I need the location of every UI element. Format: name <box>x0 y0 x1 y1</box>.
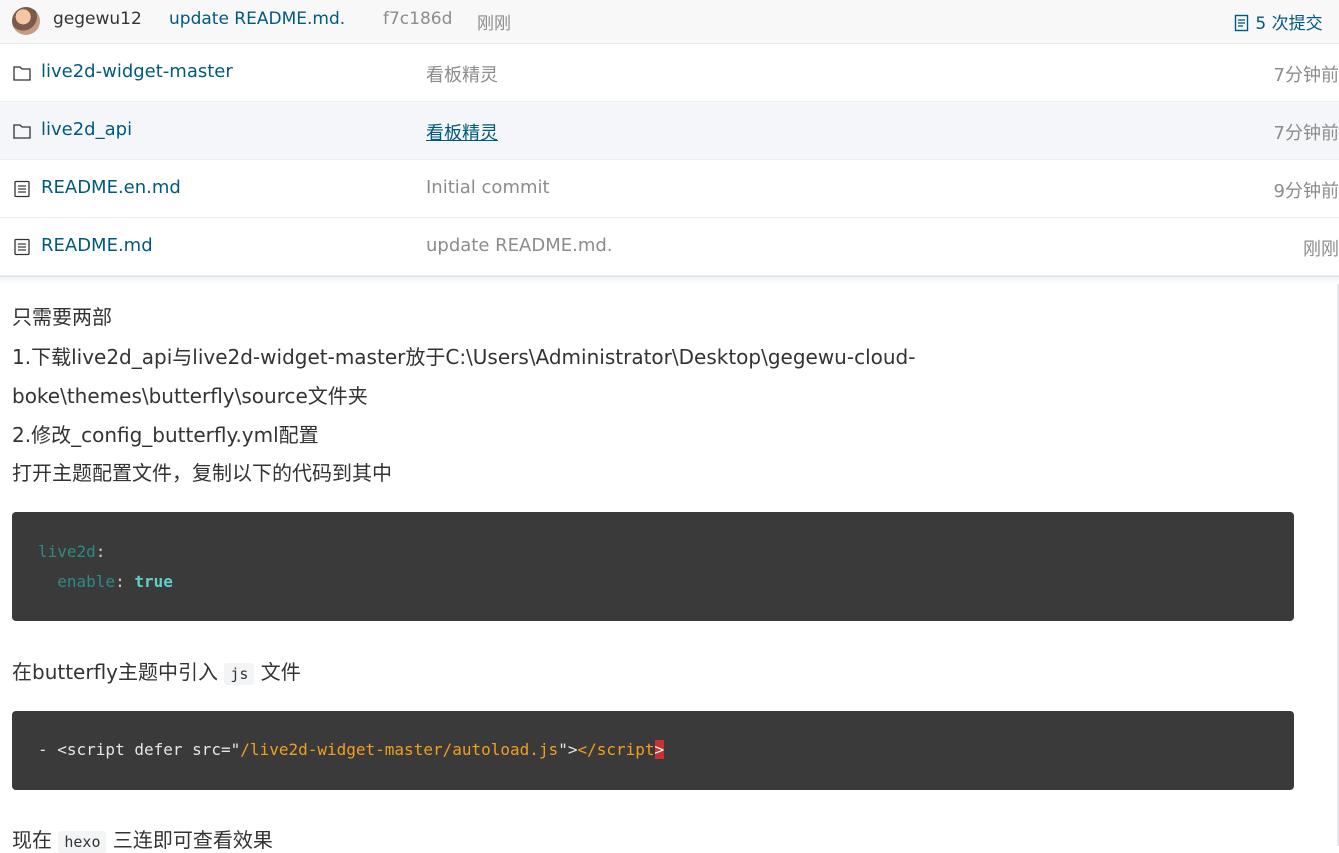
code-token: /live2d-widget-master/autoload.js <box>240 740 559 759</box>
file-commit-message[interactable]: 看板精灵 <box>426 119 498 145</box>
commit-count-link[interactable]: 5 次提交 <box>1234 9 1323 34</box>
code-line: live2d: <box>38 542 105 561</box>
readme-text: 1.下载live2d_api与live2d-widget-master放于C:\… <box>12 345 916 369</box>
code-token: </script <box>577 740 655 759</box>
file-row[interactable]: live2d_api 看板精灵 7分钟前 <box>0 102 1339 160</box>
code-token: : <box>115 572 135 591</box>
code-block-html: - <script defer src="/live2d-widget-mast… <box>12 711 1294 790</box>
readme-text: 在butterfly主题中引入 js 文件 <box>12 656 301 685</box>
file-commit-message[interactable]: 看板精灵 <box>426 61 498 87</box>
commit-author[interactable]: gegewu12 <box>53 9 142 29</box>
readme-text-suffix: 三连即可查看效果 <box>112 828 273 852</box>
folder-icon <box>13 66 31 81</box>
commit-time: 刚刚 <box>477 14 511 34</box>
code-token: live2d <box>38 542 96 561</box>
readme-divider <box>0 276 1339 285</box>
file-commit-message[interactable]: update README.md. <box>426 235 613 256</box>
readme-text: boke\themes\butterfly\source文件夹 <box>12 384 368 408</box>
code-block-yaml: live2d: enable: true <box>12 512 1294 621</box>
readme-text: 只需要两部 <box>12 305 112 329</box>
latest-commit-bar: gegewu12 update README.md. f7c186d 刚刚 5 … <box>0 0 1339 44</box>
readme-text: 打开主题配置文件，复制以下的代码到其中 <box>12 461 392 485</box>
file-name[interactable]: README.en.md <box>41 177 181 198</box>
file-commit-time: 刚刚 <box>1303 239 1339 260</box>
code-token: enable <box>57 572 116 591</box>
code-token: - <box>38 740 58 759</box>
code-line: - <script defer src="/live2d-widget-mast… <box>38 740 665 759</box>
readme-text: 2.修改_config_butterfly.yml配置 <box>12 423 319 447</box>
code-token: true <box>134 572 173 591</box>
file-text-icon <box>14 180 30 198</box>
readme-text-prefix: 在butterfly主题中引入 <box>12 660 219 684</box>
folder-icon <box>13 124 31 139</box>
code-token: : <box>95 542 106 561</box>
file-commit-message[interactable]: Initial commit <box>426 177 550 198</box>
avatar[interactable] <box>12 7 40 35</box>
readme-text-prefix: 现在 <box>12 828 52 852</box>
file-commit-time: 7分钟前 <box>1273 123 1339 144</box>
file-commit-time: 9分钟前 <box>1273 181 1339 202</box>
file-name[interactable]: live2d-widget-master <box>41 61 233 82</box>
readme-text-suffix: 文件 <box>260 660 301 684</box>
code-line: enable: true <box>38 572 173 591</box>
file-row[interactable]: live2d-widget-master 看板精灵 7分钟前 <box>0 44 1339 102</box>
commit-list-icon <box>1234 14 1249 32</box>
file-name[interactable]: README.md <box>41 235 153 256</box>
file-row[interactable]: README.md update README.md. 刚刚 <box>0 218 1339 276</box>
commit-count-label: 5 次提交 <box>1255 14 1323 34</box>
file-commit-time: 7分钟前 <box>1273 65 1339 86</box>
file-text-icon <box>14 238 30 256</box>
inline-code: hexo <box>58 831 107 853</box>
code-token: "> <box>558 740 578 759</box>
commit-hash[interactable]: f7c186d <box>383 9 452 29</box>
text-cursor: > <box>654 740 665 759</box>
readme-text: 现在 hexo 三连即可查看效果 <box>12 824 273 853</box>
commit-message[interactable]: update README.md. <box>169 9 345 29</box>
file-row[interactable]: README.en.md Initial commit 9分钟前 <box>0 160 1339 218</box>
file-name[interactable]: live2d_api <box>41 119 132 140</box>
code-token: <script defer src=" <box>57 740 241 759</box>
inline-code: js <box>224 663 255 685</box>
